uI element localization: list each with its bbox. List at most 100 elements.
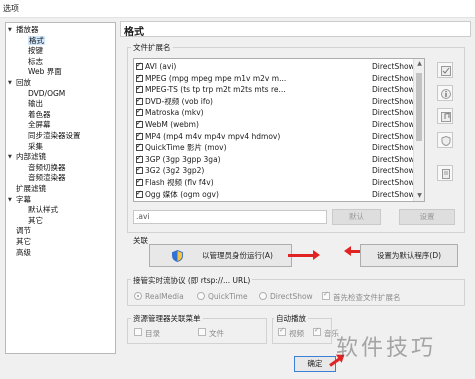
dir-checkbox-label: 目录 <box>145 329 160 338</box>
tree-item[interactable]: 音频渲染器 <box>28 173 66 183</box>
info-button[interactable] <box>437 85 453 101</box>
shield-button[interactable] <box>437 132 453 148</box>
tree-item[interactable]: 音频切换器 <box>28 163 66 173</box>
format-row[interactable]: 3GP (3gp 3gpp 3ga) DirectShow <box>136 153 415 165</box>
format-checkbox[interactable] <box>136 164 143 175</box>
format-source: DirectShow <box>372 62 415 71</box>
default-button[interactable]: 默认 <box>332 209 381 225</box>
tree-item[interactable]: 调节 <box>16 226 31 236</box>
tree-item-label: 其它 <box>28 215 43 225</box>
tree-item[interactable]: 采集 <box>28 142 43 152</box>
format-checkbox[interactable] <box>136 72 143 83</box>
format-checkbox[interactable] <box>136 188 143 199</box>
music-icon <box>441 112 451 122</box>
admin-shield-icon <box>172 250 183 262</box>
run-as-admin-label: 以管理员身份运行(A) <box>202 251 273 260</box>
radio-quicktime[interactable] <box>197 292 205 300</box>
scroll-down-icon[interactable]: ▼ <box>414 191 424 201</box>
format-row[interactable]: WebM (webm) DirectShow <box>136 118 415 130</box>
tree-expand-icon[interactable]: ▼ <box>8 25 15 35</box>
shield-icon <box>441 136 451 146</box>
format-checkbox[interactable] <box>136 95 143 106</box>
radio-directshow[interactable] <box>259 292 267 300</box>
tree-item[interactable]: 高级 <box>16 248 31 258</box>
run-as-admin-button[interactable]: 以管理员身份运行(A) <box>149 244 292 267</box>
tree-item-label: 全屏幕 <box>28 120 51 130</box>
set-default-program-button[interactable]: 设置为默认程序(D) <box>360 244 458 267</box>
tree-item-label: 音频切换器 <box>28 162 66 172</box>
tree-item-label: 按键 <box>28 46 43 56</box>
extension-input[interactable]: .avi <box>133 210 327 224</box>
window-title: 选项 <box>3 4 19 13</box>
tree-item[interactable]: 同步渲染器设置 <box>28 131 81 141</box>
format-source: DirectShow <box>372 120 415 129</box>
format-name: QuickTime 影片 (mov) <box>145 143 227 153</box>
format-checkbox[interactable] <box>136 153 143 164</box>
format-list[interactable]: AVI (avi)DirectShowMPEG (mpg mpeg mpe m1… <box>133 58 425 202</box>
tree-expand-icon[interactable]: ▼ <box>8 78 15 88</box>
tree-item[interactable]: 默认样式 <box>28 205 58 215</box>
tree-expand-icon[interactable]: ▼ <box>8 152 15 162</box>
format-list-scrollbar[interactable]: ▲ ▼ <box>413 59 424 201</box>
format-row[interactable]: DVD-视频 (vob ifo) DirectShow <box>136 95 415 107</box>
format-row[interactable]: MPEG-TS (ts tp trp m2t m2ts mts re... Dir… <box>136 83 415 95</box>
scroll-up-icon[interactable]: ▲ <box>414 59 424 69</box>
document-icon <box>442 169 450 179</box>
format-row[interactable]: MP4 (mp4 m4v mp4v mpv4 hdmov) DirectShow <box>136 130 415 142</box>
tree-item-label: 采集 <box>28 141 43 151</box>
format-checkbox[interactable] <box>136 83 143 94</box>
format-checkbox[interactable] <box>136 141 143 152</box>
tree-item-label: 默认样式 <box>28 205 58 215</box>
format-row[interactable]: Matroska (mkv) DirectShow <box>136 106 415 118</box>
format-source: DirectShow <box>372 143 415 153</box>
settings-button[interactable]: 设置 <box>399 209 455 225</box>
autoplay-music-checkbox[interactable] <box>313 326 321 336</box>
check-extension-label: 首先检查文件扩展名 <box>333 293 401 302</box>
document-button[interactable] <box>437 165 453 181</box>
format-checkbox[interactable] <box>136 118 143 129</box>
format-row[interactable]: Flash 视频 (flv f4v) DirectShow <box>136 176 415 188</box>
tree-item[interactable]: Web 界面 <box>28 67 62 77</box>
check-all-icon <box>441 66 451 76</box>
format-name: Flash 视频 (flv f4v) <box>145 178 214 187</box>
tree-item[interactable]: 输出 <box>28 99 43 109</box>
format-row[interactable]: AVI (avi) DirectShow <box>136 60 415 72</box>
check-all-button[interactable] <box>437 62 453 78</box>
tree-item[interactable]: DVD/OGM <box>28 89 65 99</box>
radio-realmedia-label: RealMedia <box>145 292 184 301</box>
tree-item-label: 其它 <box>16 237 31 246</box>
tree-item[interactable]: 内部滤镜 <box>16 152 46 162</box>
format-row[interactable]: QuickTime 影片 (mov) DirectShow <box>136 141 415 153</box>
dir-checkbox[interactable] <box>134 328 142 336</box>
file-checkbox-label: 文件 <box>209 329 224 338</box>
radio-directshow-label: DirectShow <box>270 292 313 301</box>
music-button[interactable] <box>437 108 453 124</box>
tree-item[interactable]: 回放 <box>16 78 31 88</box>
options-tree[interactable]: ▼ 播放器 格式 按键 标志 Web 界面 ▼ 回放 DVD/OGM 输出 着色器 全屏幕 同步渲染器设… <box>5 22 116 354</box>
format-row[interactable]: MPEG (mpg mpeg mpe m1v m2v m... DirectSho… <box>136 72 415 84</box>
tree-item[interactable]: 字幕 <box>16 195 31 205</box>
autoplay-video-checkbox[interactable] <box>278 326 286 336</box>
tree-expand-icon[interactable]: ▼ <box>8 195 15 205</box>
tree-item[interactable]: 其它 <box>16 237 31 247</box>
tree-item[interactable]: 全屏幕 <box>28 120 51 130</box>
radio-realmedia[interactable] <box>134 292 142 300</box>
format-row[interactable]: Ogg 媒体 (ogm ogv) DirectShow <box>136 188 415 200</box>
tree-item[interactable]: 扩展滤镜 <box>16 184 46 194</box>
format-checkbox[interactable] <box>136 176 143 187</box>
format-checkbox[interactable] <box>136 130 143 141</box>
tree-item[interactable]: 按键 <box>28 46 43 56</box>
tree-item[interactable]: 标志 <box>28 57 43 67</box>
realtime-streaming-label: 接管实时流协议 (即 rtsp://... URL) <box>131 275 253 286</box>
format-checkbox[interactable] <box>136 106 143 117</box>
format-source: DirectShow <box>372 131 415 141</box>
format-row[interactable]: 3G2 (3g2 3gp2) DirectShow <box>136 164 415 176</box>
format-checkbox[interactable] <box>136 60 143 71</box>
check-extension-checkbox[interactable] <box>322 290 330 300</box>
scroll-thumb[interactable] <box>416 73 422 141</box>
tree-item[interactable]: 其它 <box>28 216 43 226</box>
tree-item[interactable]: 播放器 <box>16 25 39 35</box>
tree-item[interactable]: 着色器 <box>28 110 51 120</box>
tree-item[interactable]: 格式 <box>28 35 45 46</box>
file-checkbox[interactable] <box>198 328 206 336</box>
